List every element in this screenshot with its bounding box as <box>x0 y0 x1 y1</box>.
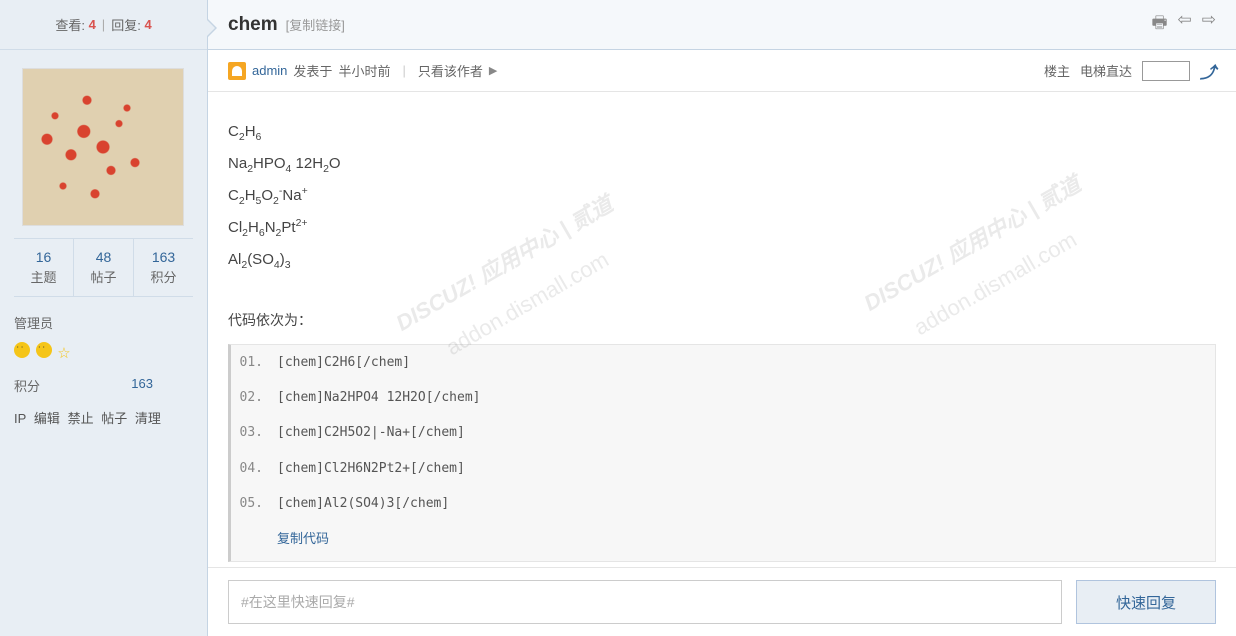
copy-code-link[interactable]: 复制代码 <box>277 531 329 546</box>
code-section-label: 代码依次为： <box>228 306 1216 335</box>
avatar-container <box>0 50 207 238</box>
views-count: 4 <box>89 17 96 32</box>
score-label: 积分 <box>14 376 40 395</box>
admin-ip[interactable]: IP <box>14 411 26 426</box>
views-label: 查看: <box>55 15 85 34</box>
admin-ban[interactable]: 禁止 <box>68 411 94 426</box>
code-line: 03.[chem]C2H5O2|-Na+[/chem] <box>231 415 1215 450</box>
user-avatar[interactable] <box>22 68 184 226</box>
post-meta: admin 发表于 半小时前 | 只看该作者 ▶ 楼主 电梯直达 ⤴ <box>208 50 1236 92</box>
admin-edit[interactable]: 编辑 <box>34 411 60 426</box>
code-block: 01.[chem]C2H6[/chem] 02.[chem]Na2HPO4 12… <box>228 344 1216 563</box>
badge-icon <box>14 342 30 358</box>
only-author-link[interactable]: 只看该作者 <box>418 61 483 80</box>
floor-owner: 楼主 <box>1044 61 1070 80</box>
formula: C2H5O2-Na+ <box>228 180 1216 212</box>
code-line: 04.[chem]Cl2H6N2Pt2+[/chem] <box>231 451 1215 486</box>
user-stats: 16 主题 48 帖子 163 积分 <box>14 238 193 297</box>
dropdown-icon[interactable]: ▶ <box>489 64 497 77</box>
quick-reply-button[interactable]: 快速回复 <box>1076 580 1216 624</box>
posted-time: 半小时前 <box>338 61 390 80</box>
post-header: chem [复制链接] 🖶 ⇦ ⇨ <box>208 0 1236 50</box>
stat-posts[interactable]: 48 帖子 <box>74 239 134 296</box>
admin-links: IP 编辑 禁止 帖子 清理 <box>14 409 193 429</box>
quick-reply-bar: 快速回复 <box>208 567 1236 636</box>
next-icon[interactable]: ⇨ <box>1202 10 1216 39</box>
badge-icon <box>36 342 52 358</box>
arrow-indicator <box>207 18 217 38</box>
elevator-label: 电梯直达 <box>1080 61 1132 80</box>
separator: | <box>402 63 405 78</box>
admin-posts[interactable]: 帖子 <box>101 411 127 426</box>
score-value: 163 <box>131 376 153 395</box>
replies-label: 回复: <box>111 15 141 34</box>
post-title: chem <box>228 14 278 36</box>
author-name[interactable]: admin <box>252 63 287 78</box>
lift-icon[interactable]: ⤴ <box>1200 59 1216 83</box>
admin-clean[interactable]: 清理 <box>135 411 161 426</box>
user-sidebar: 查看: 4 | 回复: 4 16 主题 48 帖子 163 积分 管理员 <box>0 0 208 636</box>
stat-value: 163 <box>134 249 193 265</box>
user-icon <box>228 62 246 80</box>
stat-topics[interactable]: 16 主题 <box>14 239 74 296</box>
stat-value: 16 <box>14 249 73 265</box>
prev-icon[interactable]: ⇦ <box>1178 10 1192 39</box>
star-icon: ☆ <box>57 345 70 362</box>
main-content: chem [复制链接] 🖶 ⇦ ⇨ admin 发表于 半小时前 | 只看该作者… <box>208 0 1236 636</box>
floor-input[interactable] <box>1142 61 1190 81</box>
user-badges: ☆ <box>14 342 193 362</box>
formula: Cl2H6N2Pt2+ <box>228 212 1216 244</box>
replies-count: 4 <box>144 17 151 32</box>
stat-points[interactable]: 163 积分 <box>134 239 193 296</box>
formula: Na2HPO4 12H2O <box>228 148 1216 180</box>
score-line: 积分 163 <box>14 376 193 395</box>
code-line: 05.[chem]Al2(SO4)3[/chem] <box>231 486 1215 521</box>
code-line: 02.[chem]Na2HPO4 12H2O[/chem] <box>231 380 1215 415</box>
quick-reply-input[interactable] <box>228 580 1062 624</box>
stat-value: 48 <box>74 249 133 265</box>
print-icon[interactable]: 🖶 <box>1151 10 1167 39</box>
stat-label: 帖子 <box>74 267 133 286</box>
stat-label: 积分 <box>134 267 193 286</box>
post-body: DISCUZ! 应用中心 | 贰道 addon.dismall.com DISC… <box>208 92 1236 567</box>
separator: | <box>102 17 105 32</box>
user-role: 管理员 <box>14 313 193 332</box>
thread-stats: 查看: 4 | 回复: 4 <box>0 0 207 50</box>
code-line: 01.[chem]C2H6[/chem] <box>231 345 1215 380</box>
formula: C2H6 <box>228 116 1216 148</box>
stat-label: 主题 <box>14 267 73 286</box>
copy-link[interactable]: [复制链接] <box>286 15 345 34</box>
posted-prefix: 发表于 <box>293 61 332 80</box>
formula: Al2(SO4)3 <box>228 244 1216 276</box>
